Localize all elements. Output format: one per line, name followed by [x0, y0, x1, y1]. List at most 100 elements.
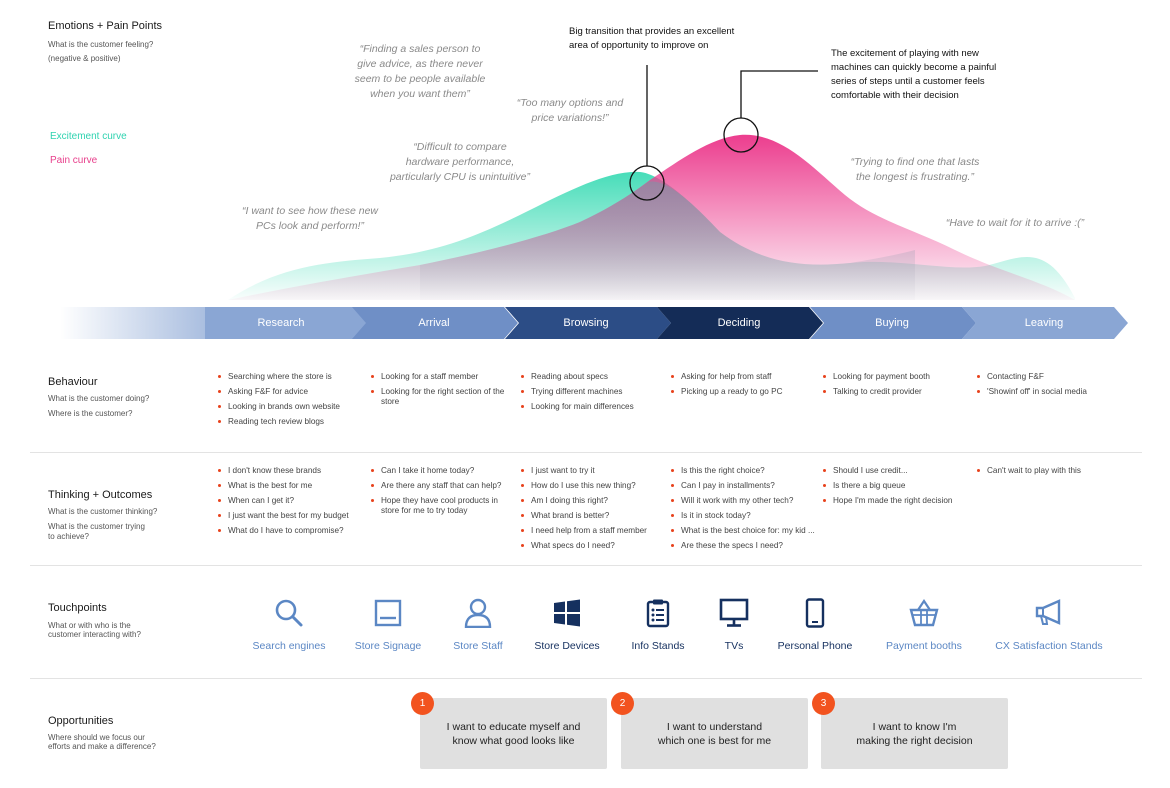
opportunity-card-2: I want to understand which one is best f…: [621, 698, 808, 769]
behaviour-column-1: Looking for a staff member Looking for th…: [371, 372, 516, 412]
behaviour-item: Looking for main differences: [521, 402, 666, 412]
quote-sales-person: “Finding a sales person to give advice, …: [354, 43, 486, 100]
stage-arrival: Arrival: [418, 317, 450, 329]
behaviour-title: Behaviour: [48, 376, 98, 388]
opportunities-sub2: efforts and make a difference?: [48, 742, 156, 751]
thinking-item: Hope they have cool products in store fo…: [371, 496, 516, 516]
phone-icon: [805, 598, 825, 628]
opportunity-text: I want to know I'm making the right deci…: [856, 720, 973, 747]
behaviour-item: 'Showinf off' in social media: [977, 387, 1122, 397]
stage-leaving: Leaving: [1024, 317, 1064, 329]
thinking-item: What specs do I need?: [521, 541, 666, 551]
opportunity-text: I want to educate myself and know what g…: [446, 720, 581, 747]
behaviour-item: Looking in brands own website: [218, 402, 363, 412]
megaphone-icon: [1035, 599, 1061, 625]
thinking-item: Am I doing this right?: [521, 496, 666, 506]
thinking-column-2: I just want to try it How do I use this n…: [521, 466, 666, 556]
stage-deciding: Deciding: [717, 317, 761, 329]
basket-icon: [909, 599, 939, 627]
thinking-item: When can I get it?: [218, 496, 363, 506]
quote-wait: “Have to wait for it to arrive :(”: [945, 217, 1085, 229]
behaviour-item: Asking F&F for advice: [218, 387, 363, 397]
behaviour-item: Contacting F&F: [977, 372, 1122, 382]
monitor-icon: [719, 598, 749, 627]
thinking-item: Is there a big queue: [823, 481, 968, 491]
behaviour-column-4: Looking for payment booth Talking to cred…: [823, 372, 968, 402]
thinking-sub1: What is the customer thinking?: [48, 507, 158, 516]
thinking-item: Can't wait to play with this: [977, 466, 1122, 476]
thinking-column-0: I don't know these brands What is the bes…: [218, 466, 363, 541]
thinking-item: What brand is better?: [521, 511, 666, 521]
clipboard-icon: [646, 599, 670, 628]
thinking-item: Will it work with my other tech?: [671, 496, 816, 506]
divider: [30, 678, 1142, 679]
thinking-title: Thinking + Outcomes: [48, 489, 153, 501]
annotation-excitement: The excitement of playing with new machi…: [831, 48, 997, 101]
thinking-item: Is this the right choice?: [671, 466, 816, 476]
quote-options: “Too many options and price variations!”: [516, 97, 624, 124]
divider: [30, 452, 1142, 453]
thinking-item: Is it in stock today?: [671, 511, 816, 521]
behaviour-item: Looking for the right section of the sto…: [371, 387, 516, 407]
thinking-item: What is the best choice for: my kid ...: [671, 526, 816, 536]
opportunity-badge-2: 2: [611, 692, 634, 715]
thinking-item: I need help from a staff member: [521, 526, 666, 536]
touchpoint-payment-booths: Payment booths: [869, 595, 979, 652]
behaviour-item: Looking for payment booth: [823, 372, 968, 382]
quote-see-pcs: “I want to see how these new PCs look an…: [242, 205, 378, 232]
behaviour-column-2: Reading about specs Trying different mach…: [521, 372, 666, 417]
thinking-item: Are there any staff that can help?: [371, 481, 516, 491]
thinking-item: Can I take it home today?: [371, 466, 516, 476]
quote-lasts-longest: “Trying to find one that lasts the longe…: [850, 156, 980, 183]
opportunity-badge-1: 1: [411, 692, 434, 715]
opportunity-text: I want to understand which one is best f…: [657, 720, 772, 747]
opportunity-card-1: I want to educate myself and know what g…: [420, 698, 607, 769]
thinking-item: Can I pay in installments?: [671, 481, 816, 491]
thinking-item: I don't know these brands: [218, 466, 363, 476]
thinking-item: I just want to try it: [521, 466, 666, 476]
touchpoint-search-engines: Search engines: [234, 595, 344, 652]
behaviour-item: Picking up a ready to go PC: [671, 387, 816, 397]
behaviour-column-3: Asking for help from staff Picking up a r…: [671, 372, 816, 402]
touchpoint-cx-stands: CX Satisfaction Stands: [994, 595, 1104, 652]
behaviour-item: Asking for help from staff: [671, 372, 816, 382]
thinking-item: Hope I'm made the right decision: [823, 496, 968, 506]
opportunity-card-3: I want to know I'm making the right deci…: [821, 698, 1008, 769]
touchpoint-personal-phone: Personal Phone: [760, 595, 870, 652]
behaviour-item: Trying different machines: [521, 387, 666, 397]
thinking-column-1: Can I take it home today? Are there any s…: [371, 466, 516, 521]
thinking-item: What is the best for me: [218, 481, 363, 491]
annotation-transition: Big transition that provides an excellen…: [569, 26, 735, 51]
thinking-column-4: Should I use credit... Is there a big que…: [823, 466, 968, 511]
behaviour-item: Looking for a staff member: [371, 372, 516, 382]
opportunities-title: Opportunities: [48, 715, 114, 727]
behaviour-item: Talking to credit provider: [823, 387, 968, 397]
behaviour-column-5: Contacting F&F 'Showinf off' in social me…: [977, 372, 1122, 402]
touchpoints-title: Touchpoints: [48, 602, 107, 614]
thinking-column-5: Can't wait to play with this: [977, 466, 1122, 481]
thinking-item: Should I use credit...: [823, 466, 968, 476]
person-icon: [464, 598, 492, 628]
divider: [30, 565, 1142, 566]
behaviour-column-0: Searching where the store is Asking F&F f…: [218, 372, 363, 432]
thinking-sub3: to achieve?: [48, 532, 89, 541]
thinking-item: What do I have to compromise?: [218, 526, 363, 536]
search-icon: [275, 599, 303, 627]
behaviour-item: Searching where the store is: [218, 372, 363, 382]
behaviour-item: Reading about specs: [521, 372, 666, 382]
quote-compare: “Difficult to compare hardware performan…: [389, 141, 531, 183]
opportunity-badge-3: 3: [812, 692, 835, 715]
behaviour-item: Reading tech review blogs: [218, 417, 363, 427]
stage-browsing: Browsing: [563, 317, 609, 329]
behaviour-sub2: Where is the customer?: [48, 409, 133, 418]
stage-research: Research: [257, 317, 305, 329]
thinking-item: How do I use this new thing?: [521, 481, 666, 491]
touchpoints-sub2: customer interacting with?: [48, 630, 141, 639]
signage-icon: [374, 599, 402, 627]
thinking-item: Are these the specs I need?: [671, 541, 816, 551]
thinking-item: I just want the best for my budget: [218, 511, 363, 521]
behaviour-sub1: What is the customer doing?: [48, 394, 150, 403]
thinking-column-3: Is this the right choice? Can I pay in in…: [671, 466, 816, 556]
windows-icon: [554, 599, 580, 627]
stage-buying: Buying: [875, 317, 909, 329]
